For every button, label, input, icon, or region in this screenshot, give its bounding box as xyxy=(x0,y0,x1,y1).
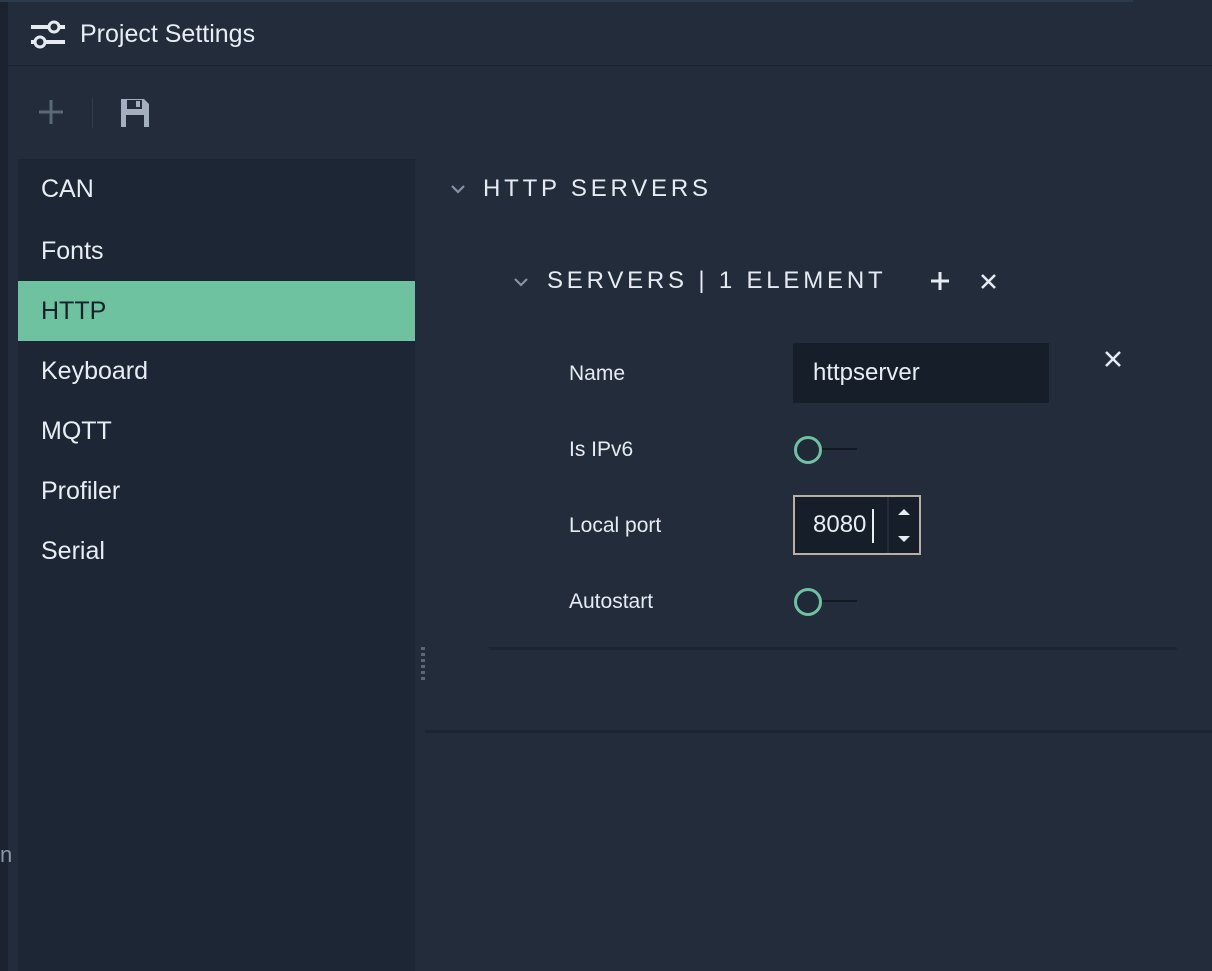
chevron-down-icon[interactable] xyxy=(450,183,466,195)
local-port-value[interactable]: 8080 xyxy=(813,511,866,539)
spinbox-separator xyxy=(887,497,889,553)
remove-all-close-icon[interactable] xyxy=(980,273,997,290)
sidebar-item-serial[interactable]: Serial xyxy=(18,521,415,581)
sliders-icon xyxy=(31,20,65,49)
sidebar-item-can[interactable]: CAN xyxy=(18,159,415,219)
toolbar-separator xyxy=(92,98,93,128)
section-title-http-servers[interactable]: HTTP SERVERS xyxy=(483,175,712,203)
text-caret xyxy=(872,509,874,543)
dialog-titlebar: Project Settings xyxy=(8,2,1212,66)
subsection-divider xyxy=(489,647,1177,650)
section-divider xyxy=(425,730,1212,733)
sidebar-item-profiler[interactable]: Profiler xyxy=(18,461,415,521)
increment-arrow-icon[interactable] xyxy=(893,503,915,523)
chevron-down-icon[interactable] xyxy=(513,276,529,288)
settings-category-list: CAN Fonts HTTP Keyboard MQTT Profiler Se… xyxy=(18,159,415,971)
is-ipv6-toggle[interactable] xyxy=(793,435,857,464)
toggle-knob xyxy=(794,436,822,464)
toggle-knob xyxy=(794,588,822,616)
autostart-toggle[interactable] xyxy=(793,587,857,616)
plus-icon[interactable] xyxy=(36,96,66,128)
background-text-fragment: n xyxy=(0,842,13,867)
add-element-icon[interactable] xyxy=(930,271,950,291)
autostart-label: Autostart xyxy=(569,590,654,613)
remove-element-close-icon[interactable] xyxy=(1103,349,1123,369)
local-port-label: Local port xyxy=(569,514,662,537)
local-port-spinbox[interactable]: 8080 xyxy=(793,495,921,555)
sidebar-item-http[interactable]: HTTP xyxy=(18,281,415,341)
decrement-arrow-icon[interactable] xyxy=(893,529,915,549)
sidebar-item-mqtt[interactable]: MQTT xyxy=(18,401,415,461)
sidebar-item-fonts[interactable]: Fonts xyxy=(18,221,415,281)
name-label: Name xyxy=(569,362,626,385)
save-icon[interactable] xyxy=(119,97,151,129)
is-ipv6-label: Is IPv6 xyxy=(569,438,634,461)
dialog-title: Project Settings xyxy=(80,20,256,48)
name-field[interactable] xyxy=(793,343,1049,403)
background-panel-edge xyxy=(0,0,8,971)
subsection-title-servers[interactable]: SERVERS | 1 ELEMENT xyxy=(547,267,886,295)
sidebar-item-keyboard[interactable]: Keyboard xyxy=(18,341,415,401)
panel-splitter-handle[interactable] xyxy=(420,647,426,683)
